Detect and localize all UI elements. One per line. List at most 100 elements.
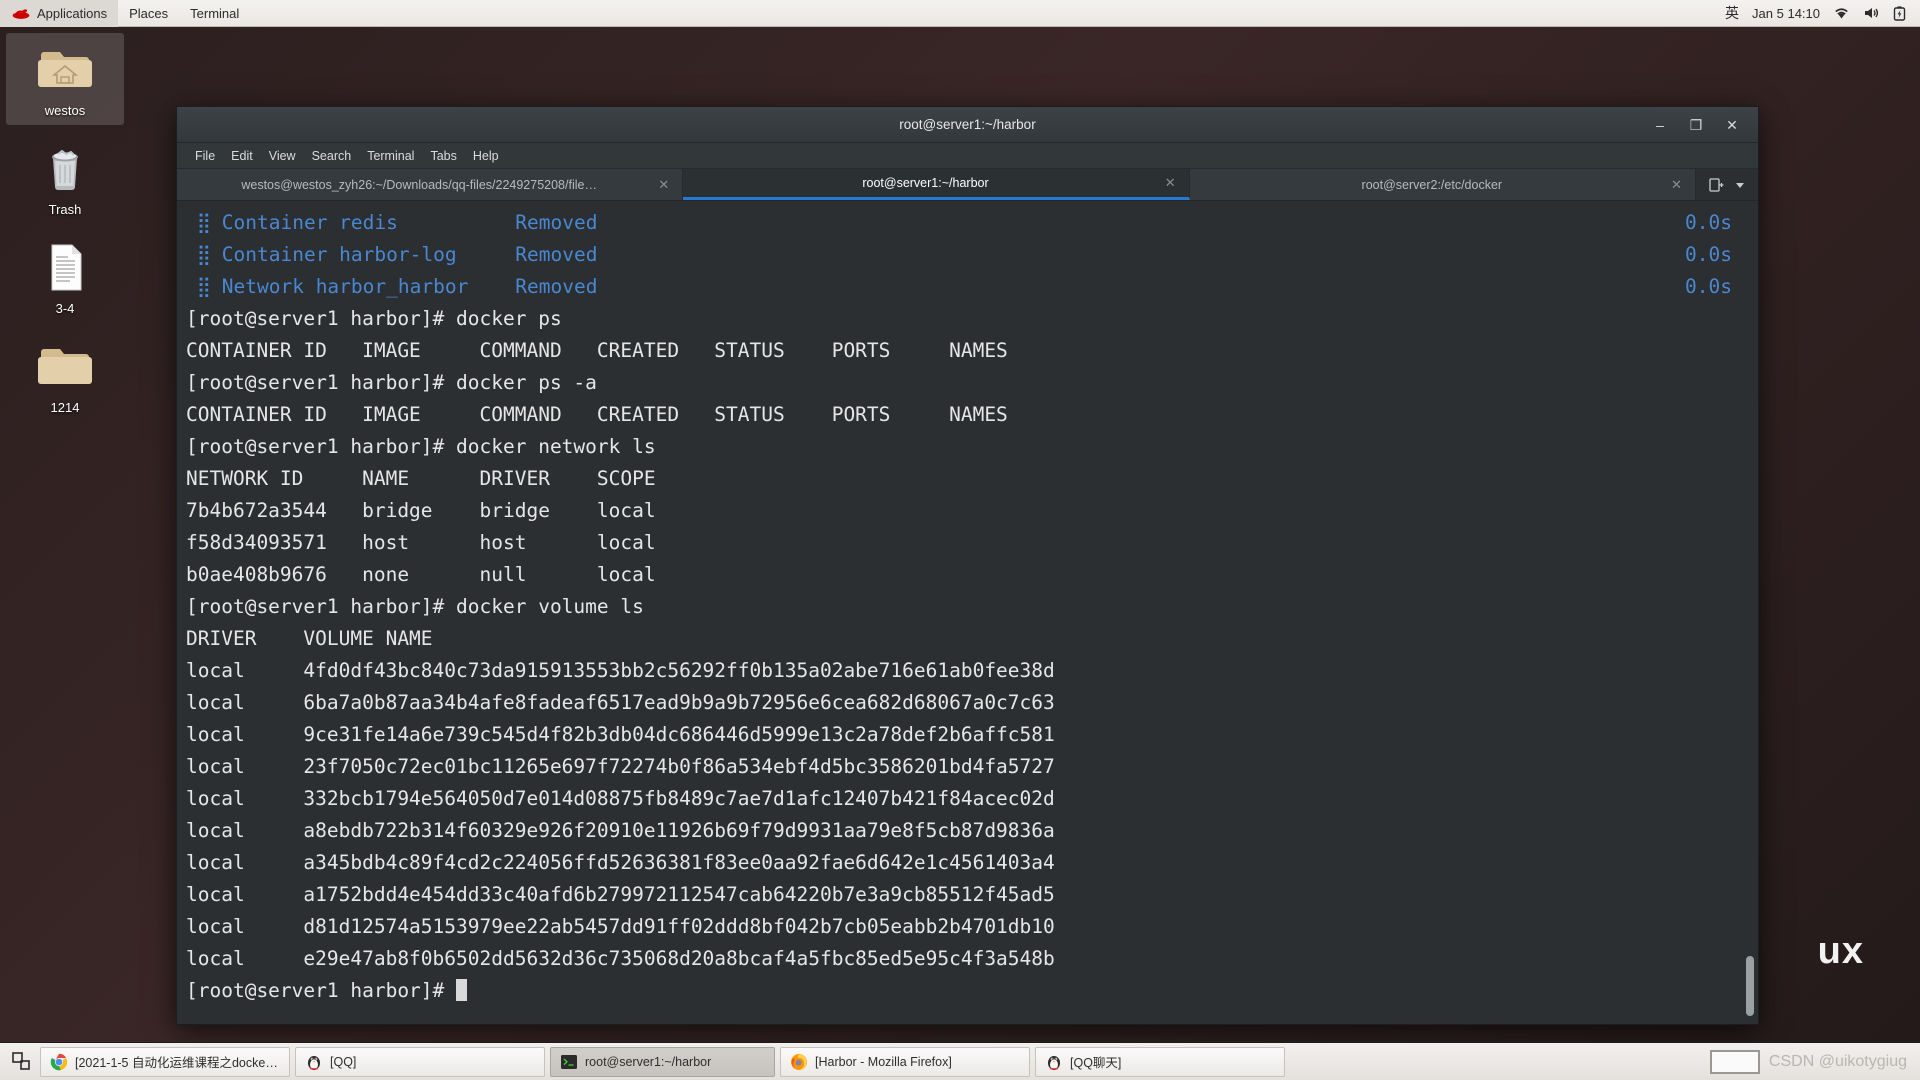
tab-close-icon[interactable]: ✕ bbox=[1164, 175, 1177, 191]
terminal-line: local 332bcb1794e564050d7e014d08875fb848… bbox=[186, 787, 1055, 810]
tab-server1-harbor[interactable]: root@server1:~/harbor ✕ bbox=[683, 169, 1190, 200]
tab-label: root@server2:/etc/docker bbox=[1361, 177, 1503, 192]
minimize-button[interactable]: – bbox=[1652, 117, 1668, 133]
folder-icon bbox=[38, 349, 92, 384]
tab-label: root@server1:~/harbor bbox=[862, 176, 989, 190]
terminal-line: CONTAINER ID IMAGE COMMAND CREATED STATU… bbox=[186, 403, 1008, 426]
terminal-line: NETWORK ID NAME DRIVER SCOPE bbox=[186, 467, 656, 490]
menu-help[interactable]: Help bbox=[465, 143, 507, 169]
chrome-icon bbox=[50, 1053, 68, 1070]
maximize-button[interactable]: ❐ bbox=[1688, 117, 1704, 133]
terminal-line: local 6ba7a0b87aa34b4afe8fadeaf6517ead9b… bbox=[186, 691, 1055, 714]
menu-bar: File Edit View Search Terminal Tabs Help bbox=[177, 143, 1758, 169]
input-method-indicator[interactable]: 英 bbox=[1725, 3, 1739, 23]
terminal-line: local d81d12574a5153979ee22ab5457dd91ff0… bbox=[186, 915, 1055, 938]
compose-spinner-glyph: ⣿ bbox=[186, 275, 211, 298]
terminal-line: [root@server1 harbor]# docker ps bbox=[186, 307, 562, 330]
menu-search[interactable]: Search bbox=[304, 143, 360, 169]
terminal-line: [root@server1 harbor]# docker volume ls bbox=[186, 595, 644, 618]
compose-duration: 0.0s bbox=[1685, 211, 1732, 234]
terminal-line: f58d34093571 host host local bbox=[186, 531, 656, 554]
show-desktop-icon[interactable] bbox=[7, 1047, 35, 1077]
desktop-icon-westos[interactable]: westos bbox=[6, 33, 124, 125]
taskbar-window-qq-chat[interactable]: [QQ聊天] bbox=[1035, 1046, 1285, 1077]
document-icon bbox=[51, 244, 82, 291]
top-panel: Applications Places Terminal 英 Jan 5 14:… bbox=[0, 0, 1920, 27]
taskbar-window-chrome[interactable]: [2021-1-5 自动化运维课程之docker… bbox=[40, 1046, 290, 1077]
panel-status-area: 英 Jan 5 14:10 bbox=[1725, 3, 1920, 23]
terminal-line: b0ae408b9676 none null local bbox=[186, 563, 656, 586]
battery-icon[interactable] bbox=[1893, 5, 1906, 21]
applications-menu-label: Applications bbox=[37, 5, 108, 21]
clock[interactable]: Jan 5 14:10 bbox=[1752, 6, 1820, 21]
shell-prompt: [root@server1 harbor]# bbox=[186, 979, 457, 1002]
terminal-line: local e29e47ab8f0b6502dd5632d36c735068d2… bbox=[186, 947, 1055, 970]
taskbar-window-terminal[interactable]: root@server1:~/harbor bbox=[550, 1046, 775, 1077]
terminal-menu-label: Terminal bbox=[190, 5, 240, 21]
taskbar-window-firefox[interactable]: [Harbor - Mozilla Firefox] bbox=[780, 1046, 1030, 1077]
terminal-scrollbar-thumb[interactable] bbox=[1746, 956, 1754, 1016]
desktop-icon-1214[interactable]: 1214 bbox=[6, 330, 124, 422]
menu-view[interactable]: View bbox=[261, 143, 304, 169]
workspace-switcher[interactable] bbox=[1709, 1049, 1760, 1074]
close-button[interactable]: ✕ bbox=[1724, 117, 1740, 133]
places-menu[interactable]: Places bbox=[118, 0, 179, 27]
taskbar-window-label: root@server1:~/harbor bbox=[585, 1054, 712, 1069]
tab-bar: westos@westos_zyh26:~/Downloads/qq-files… bbox=[177, 169, 1758, 201]
desktop-icon-3-4[interactable]: 3-4 bbox=[6, 231, 124, 323]
tab-close-icon[interactable]: ✕ bbox=[657, 177, 670, 193]
terminal-line: [root@server1 harbor]# docker ps -a bbox=[186, 371, 597, 394]
menu-edit[interactable]: Edit bbox=[223, 143, 261, 169]
menu-terminal[interactable]: Terminal bbox=[359, 143, 422, 169]
terminal-cursor bbox=[456, 979, 468, 1001]
trash-icon bbox=[52, 149, 78, 190]
window-controls: – ❐ ✕ bbox=[1652, 117, 1758, 133]
wallpaper-text: ux bbox=[1817, 930, 1864, 972]
menu-file[interactable]: File bbox=[187, 143, 223, 169]
qq-penguin-icon bbox=[308, 1055, 320, 1070]
menu-tabs[interactable]: Tabs bbox=[422, 143, 464, 169]
firefox-icon bbox=[791, 1053, 807, 1070]
terminal-window[interactable]: root@server1:~/harbor – ❐ ✕ File Edit Vi… bbox=[176, 106, 1759, 1025]
compose-resource: Network harbor_harbor Removed bbox=[210, 275, 598, 298]
terminal-prompt-line: [root@server1 harbor]# bbox=[186, 975, 1732, 1007]
desktop-icon-label: westos bbox=[44, 103, 86, 118]
tab-actions bbox=[1695, 169, 1758, 200]
taskbar-window-label: [Harbor - Mozilla Firefox] bbox=[815, 1054, 952, 1069]
taskbar-window-label: [QQ聊天] bbox=[1070, 1056, 1122, 1070]
terminal-line: local a1752bdd4e454dd33c40afd6b279972112… bbox=[186, 883, 1055, 906]
terminal-text: 0.0s ⣿ Container redis Removed 0.0s ⣿ Con… bbox=[177, 207, 1758, 1007]
desktop-icon-area: westos Trash 3-4 1214 bbox=[6, 33, 124, 429]
terminal-line: CONTAINER ID IMAGE COMMAND CREATED STATU… bbox=[186, 339, 1008, 362]
applications-menu[interactable]: Applications bbox=[0, 0, 119, 27]
terminal-line: DRIVER VOLUME NAME bbox=[186, 627, 433, 650]
terminal-line: local 23f7050c72ec01bc11265e697f72274b0f… bbox=[186, 755, 1055, 778]
desktop-icon-trash[interactable]: Trash bbox=[6, 132, 124, 224]
volume-icon[interactable] bbox=[1863, 6, 1880, 20]
terminal-line: local a345bdb4c89f4cd2c224056ffd52636381… bbox=[186, 851, 1055, 874]
taskbar-window-label: [2021-1-5 自动化运维课程之docker… bbox=[75, 1056, 280, 1070]
window-title: root@server1:~/harbor bbox=[899, 117, 1036, 132]
terminal-line: local a8ebdb722b314f60329e926f20910e1192… bbox=[186, 819, 1055, 842]
taskbar-window-label: [QQ] bbox=[330, 1054, 357, 1069]
tab-server2-etc-docker[interactable]: root@server2:/etc/docker ✕ bbox=[1189, 169, 1696, 200]
desktop-icon-label: 1214 bbox=[50, 400, 80, 415]
terminal-scrollbar[interactable] bbox=[1743, 201, 1756, 1024]
desktop-icon-label: 3-4 bbox=[55, 301, 75, 316]
taskbar-window-qq[interactable]: [QQ] bbox=[295, 1046, 545, 1077]
tab-close-icon[interactable]: ✕ bbox=[1670, 177, 1683, 193]
wifi-icon[interactable] bbox=[1833, 6, 1850, 20]
watermark: CSDN @uikotygiug bbox=[1768, 1052, 1907, 1070]
terminal-line: local 4fd0df43bc840c73da915913553bb2c562… bbox=[186, 659, 1055, 682]
window-title-bar[interactable]: root@server1:~/harbor – ❐ ✕ bbox=[177, 107, 1758, 143]
tab-westos-downloads[interactable]: westos@westos_zyh26:~/Downloads/qq-files… bbox=[177, 169, 684, 200]
chevron-down-icon[interactable] bbox=[1734, 179, 1746, 191]
compose-spinner-glyph: ⣿ bbox=[186, 243, 211, 266]
terminal-output-area[interactable]: 0.0s ⣿ Container redis Removed 0.0s ⣿ Con… bbox=[177, 201, 1758, 1024]
terminal-compose-line: 0.0s ⣿ Container harbor-log Removed bbox=[186, 239, 1732, 271]
compose-resource: Container redis Removed bbox=[210, 211, 598, 234]
tab-label: westos@westos_zyh26:~/Downloads/qq-files… bbox=[241, 177, 597, 192]
terminal-menu[interactable]: Terminal bbox=[179, 0, 250, 27]
new-tab-icon[interactable] bbox=[1708, 177, 1724, 193]
terminal-icon bbox=[561, 1054, 577, 1069]
